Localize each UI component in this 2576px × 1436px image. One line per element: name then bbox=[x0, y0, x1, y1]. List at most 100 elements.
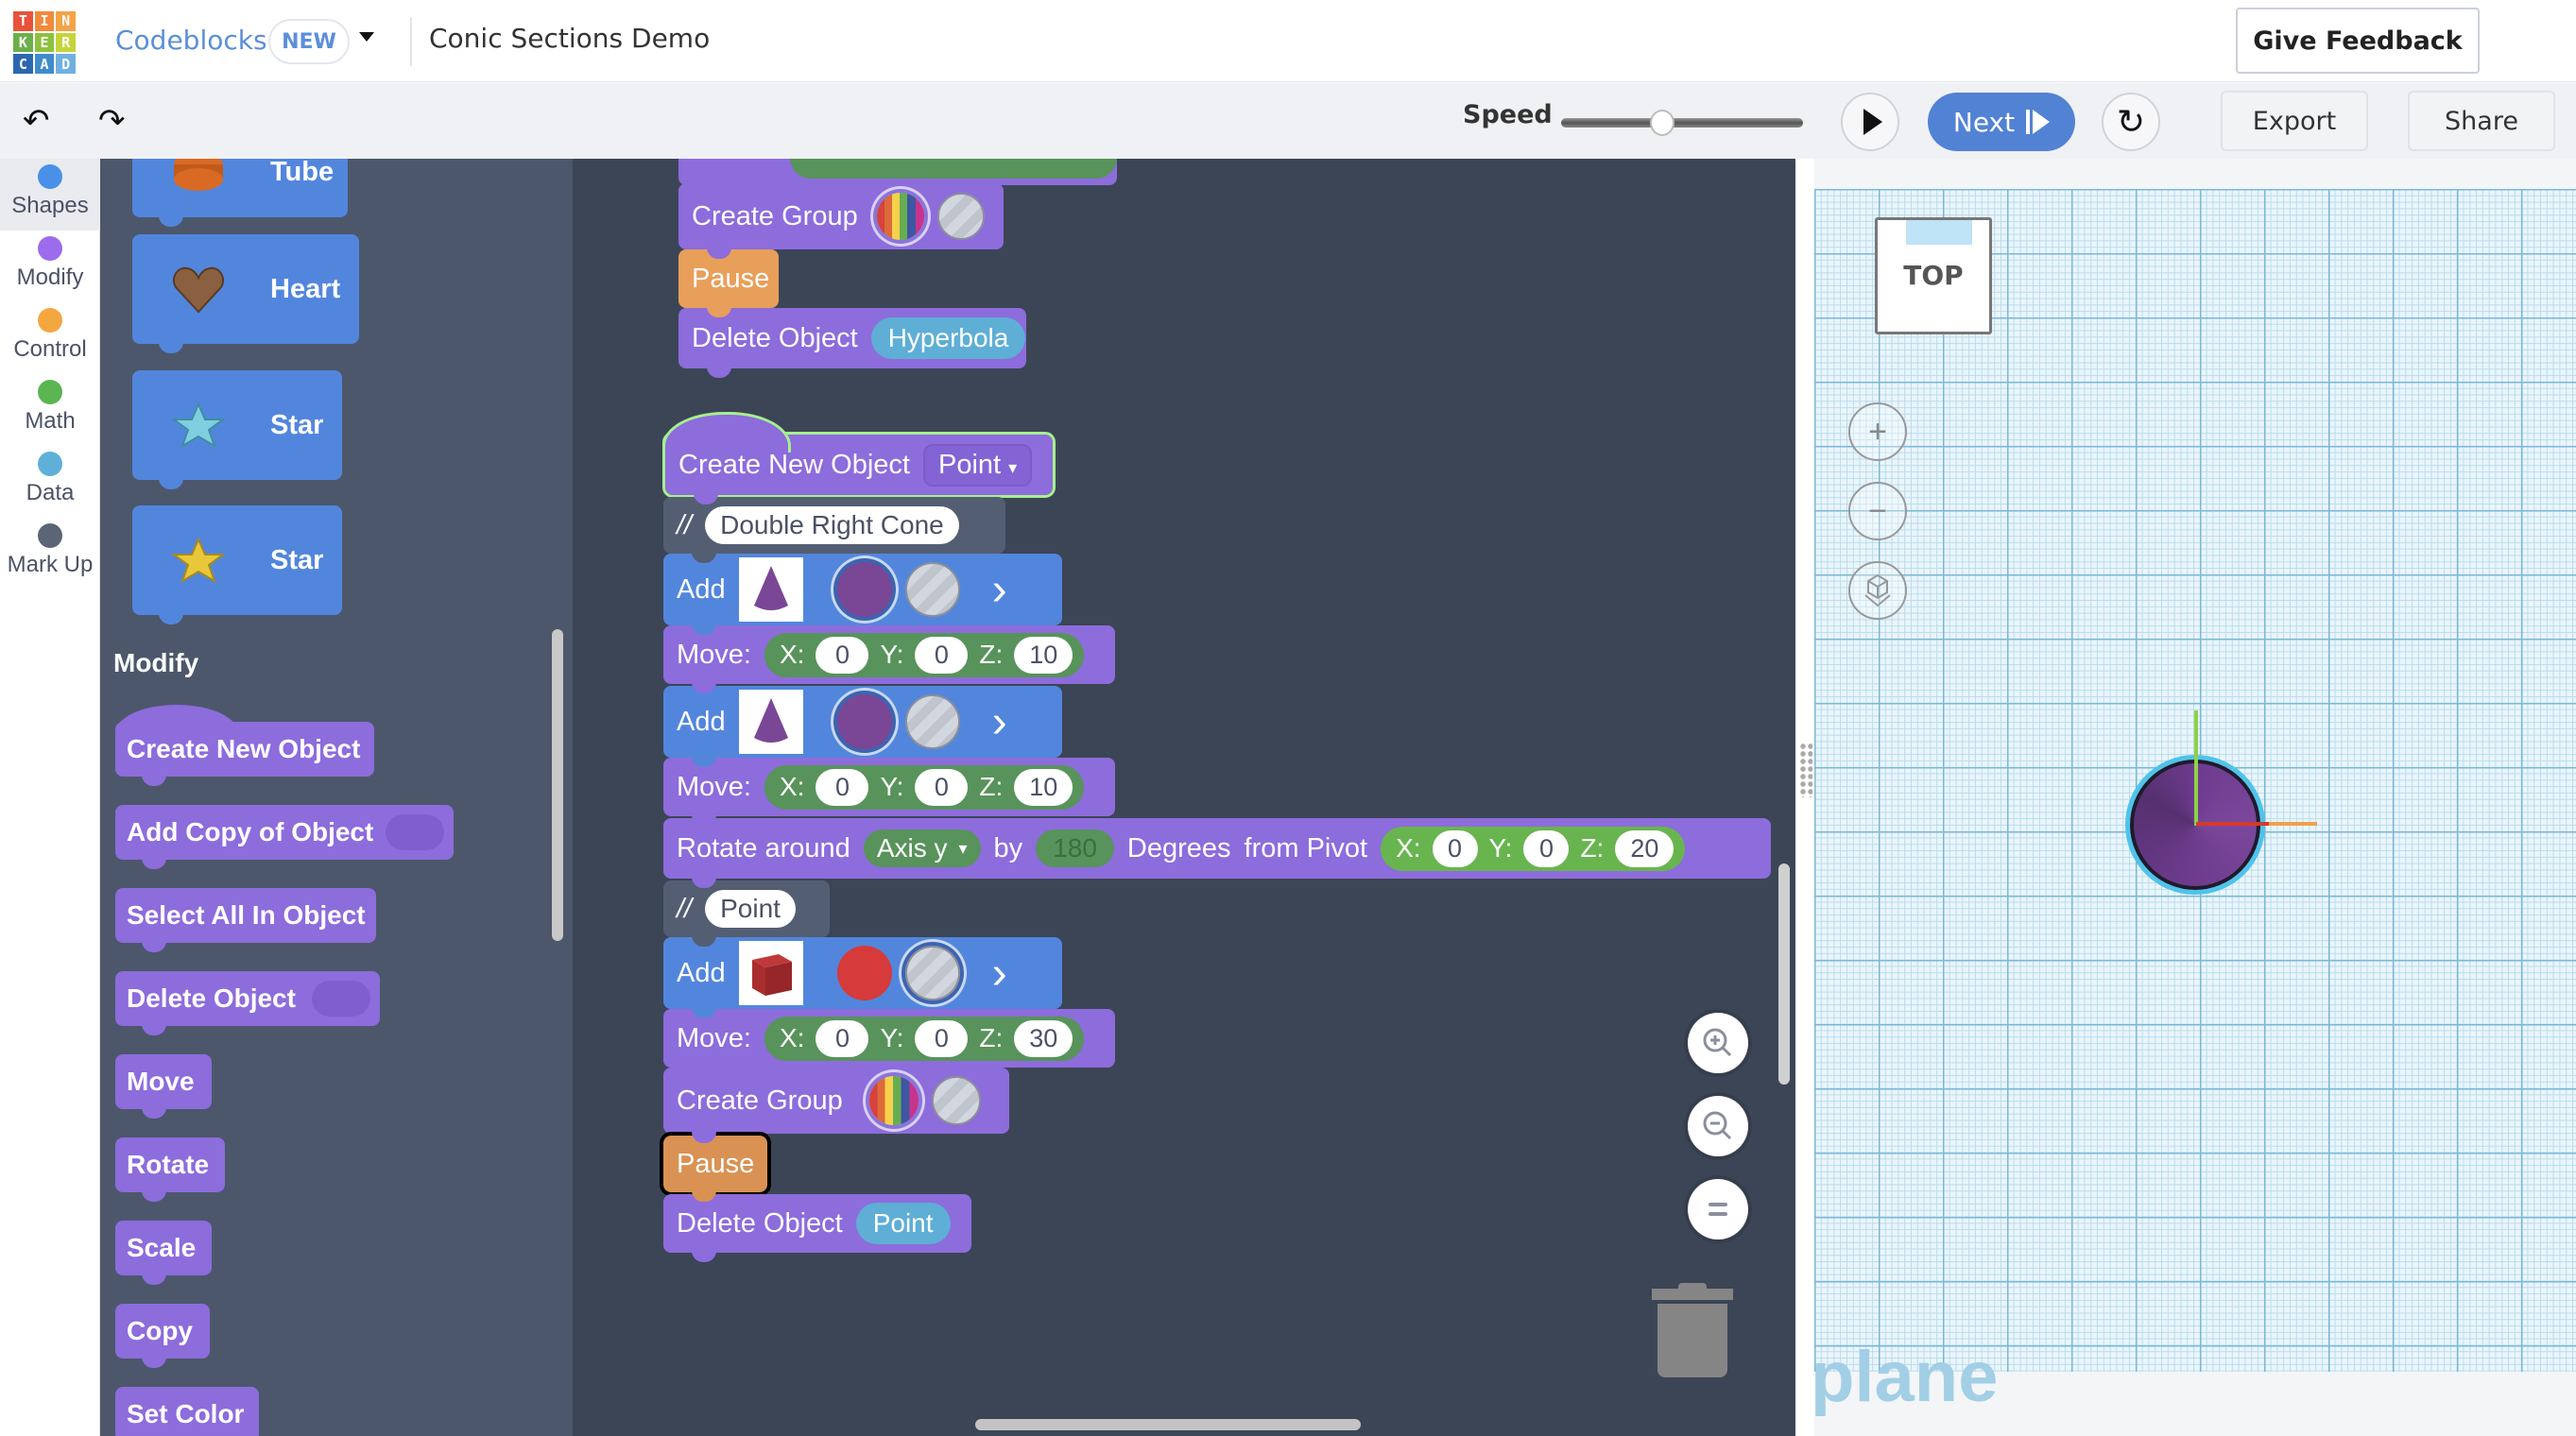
code-block-move[interactable]: Move: X: 0 Y: 0 Z: 30 bbox=[663, 1009, 1115, 1077]
code-block-rotate[interactable]: Rotate around Axis y ▾ by 180 Degrees fro… bbox=[663, 818, 1771, 888]
x-value-input[interactable]: 0 bbox=[1432, 829, 1478, 867]
canvas-vertical-scrollbar[interactable] bbox=[1778, 863, 1790, 1085]
empty-input-slot[interactable] bbox=[312, 981, 370, 1017]
shape-block-heart[interactable]: Heart bbox=[132, 234, 359, 353]
y-value-input[interactable]: 0 bbox=[915, 1019, 969, 1057]
shape-block-star[interactable]: Star bbox=[132, 505, 342, 624]
flyout-block-create-new-object[interactable]: Create New Object bbox=[115, 705, 374, 786]
hole-swatch[interactable] bbox=[904, 694, 960, 749]
object-name-dropdown[interactable]: Point ▾ bbox=[923, 443, 1033, 487]
cone-shape-thumbnail[interactable] bbox=[738, 690, 803, 754]
code-canvas[interactable]: Create Group Pause Delete Object Hyperbo… bbox=[573, 159, 1795, 1436]
code-block-create-new-object[interactable]: Create New Object Point ▾ bbox=[662, 412, 1056, 504]
viewport-zoom-out-button[interactable]: − bbox=[1848, 482, 1907, 540]
multicolor-swatch[interactable] bbox=[876, 193, 924, 240]
next-step-button[interactable]: Next bbox=[1928, 93, 2075, 151]
hole-swatch[interactable] bbox=[931, 1076, 981, 1125]
code-block-move[interactable]: Move: X: 0 Y: 0 Z: 10 bbox=[663, 625, 1115, 693]
chevron-right-icon[interactable]: › bbox=[992, 564, 1007, 616]
viewport-home-button[interactable] bbox=[1848, 561, 1907, 620]
chevron-right-icon[interactable]: › bbox=[992, 948, 1007, 1000]
box-shape-thumbnail[interactable] bbox=[738, 941, 803, 1005]
code-block-pause[interactable]: Pause bbox=[678, 249, 779, 317]
code-block-move[interactable] bbox=[678, 159, 1117, 195]
x-value-input[interactable]: 0 bbox=[816, 636, 869, 674]
category-mark-up[interactable]: Mark Up bbox=[0, 518, 100, 590]
shape-block-tube[interactable]: Tube bbox=[132, 159, 348, 227]
chevron-down-icon[interactable] bbox=[359, 32, 374, 42]
speed-slider-track[interactable] bbox=[1561, 118, 1803, 128]
share-button[interactable]: Share bbox=[2408, 91, 2555, 151]
workplane-grid[interactable]: plane bbox=[1811, 189, 2576, 1417]
workspace-zoom-out-button[interactable] bbox=[1688, 1096, 1748, 1156]
flyout-block-set-color[interactable]: Set Color bbox=[115, 1387, 259, 1436]
category-data[interactable]: Data bbox=[0, 446, 100, 518]
speed-slider-thumb[interactable] bbox=[1650, 110, 1675, 136]
tinkercad-logo[interactable]: TIN KER CAD bbox=[13, 11, 76, 74]
workspace-zoom-reset-button[interactable] bbox=[1688, 1179, 1748, 1239]
3d-viewport[interactable]: plane TOP + − bbox=[1811, 159, 2576, 1436]
code-block-pause[interactable]: Pause bbox=[660, 1132, 771, 1202]
code-block-move[interactable]: Move: X: 0 Y: 0 Z: 10 bbox=[663, 758, 1115, 826]
give-feedback-button[interactable]: Give Feedback bbox=[2236, 8, 2480, 74]
flyout-block-add-copy-of-object[interactable]: Add Copy of Object bbox=[115, 805, 454, 869]
canvas-horizontal-scrollbar[interactable] bbox=[975, 1419, 1361, 1430]
object-name-pill[interactable]: Point bbox=[855, 1203, 951, 1244]
export-button[interactable]: Export bbox=[2221, 91, 2368, 151]
flyout-block-select-all-in-object[interactable]: Select All In Object bbox=[115, 888, 376, 952]
play-button[interactable] bbox=[1841, 93, 1899, 151]
viewport-zoom-in-button[interactable]: + bbox=[1848, 402, 1907, 461]
y-value-input[interactable]: 0 bbox=[915, 768, 969, 806]
code-block-delete-object[interactable]: Delete Object Hyperbola bbox=[678, 308, 1026, 378]
flyout-scrollbar[interactable] bbox=[552, 629, 563, 941]
project-title[interactable]: Conic Sections Demo bbox=[429, 23, 710, 54]
z-value-input[interactable]: 10 bbox=[1014, 636, 1073, 674]
z-value-input[interactable]: 10 bbox=[1014, 768, 1073, 806]
category-shapes[interactable]: Shapes bbox=[0, 159, 100, 231]
cone-shape-thumbnail[interactable] bbox=[738, 557, 803, 622]
code-block-add-shape[interactable]: Add › bbox=[663, 686, 1062, 767]
y-value-input[interactable]: 0 bbox=[1523, 829, 1570, 867]
comment-text[interactable]: Point bbox=[705, 890, 796, 928]
flyout-block-scale[interactable]: Scale bbox=[115, 1221, 212, 1285]
trash-icon[interactable] bbox=[1652, 1275, 1733, 1377]
category-math[interactable]: Math bbox=[0, 374, 100, 446]
category-modify[interactable]: Modify bbox=[0, 231, 100, 302]
code-block-add-shape[interactable]: Add › bbox=[663, 554, 1062, 635]
z-value-input[interactable]: 30 bbox=[1014, 1019, 1073, 1057]
code-block-add-shape[interactable]: Add › bbox=[663, 937, 1062, 1018]
empty-input-slot[interactable] bbox=[386, 814, 444, 850]
code-block-delete-object[interactable]: Delete Object Point bbox=[663, 1194, 971, 1262]
category-control[interactable]: Control bbox=[0, 302, 100, 374]
flyout-block-delete-object[interactable]: Delete Object bbox=[115, 971, 380, 1035]
flyout-block-move[interactable]: Move bbox=[115, 1054, 212, 1119]
color-swatch[interactable] bbox=[836, 562, 892, 617]
degrees-input[interactable]: 180 bbox=[1036, 829, 1114, 867]
flyout-block-rotate[interactable]: Rotate bbox=[115, 1137, 225, 1202]
hole-swatch[interactable] bbox=[904, 946, 960, 1000]
hole-swatch[interactable] bbox=[904, 562, 960, 617]
x-value-input[interactable]: 0 bbox=[816, 768, 869, 806]
panel-resize-handle[interactable] bbox=[1795, 159, 1814, 1436]
undo-icon[interactable]: ↶ bbox=[23, 102, 50, 140]
axis-dropdown[interactable]: Axis y ▾ bbox=[863, 829, 981, 867]
code-block-create-group[interactable]: Create Group bbox=[663, 1068, 1009, 1143]
color-swatch[interactable] bbox=[836, 694, 892, 749]
code-block-comment[interactable]: // Double Right Cone bbox=[663, 497, 1005, 563]
redo-icon[interactable]: ↷ bbox=[98, 102, 126, 140]
z-value-input[interactable]: 20 bbox=[1615, 829, 1674, 867]
hole-swatch[interactable] bbox=[936, 193, 985, 240]
workspace-zoom-in-button[interactable] bbox=[1688, 1013, 1748, 1073]
code-block-create-group[interactable]: Create Group bbox=[678, 183, 1004, 259]
comment-text[interactable]: Double Right Cone bbox=[705, 506, 959, 544]
viewcube[interactable]: TOP bbox=[1875, 217, 1992, 334]
x-value-input[interactable]: 0 bbox=[816, 1019, 869, 1057]
reset-button[interactable]: ↻ bbox=[2102, 93, 2160, 151]
y-value-input[interactable]: 0 bbox=[915, 636, 969, 674]
multicolor-swatch[interactable] bbox=[868, 1076, 919, 1125]
shape-block-star[interactable]: Star bbox=[132, 370, 342, 489]
chevron-right-icon[interactable]: › bbox=[992, 696, 1007, 748]
object-name-pill[interactable]: Hyperbola bbox=[870, 317, 1026, 359]
code-block-comment[interactable]: // Point bbox=[663, 880, 830, 947]
color-swatch[interactable] bbox=[836, 946, 892, 1000]
